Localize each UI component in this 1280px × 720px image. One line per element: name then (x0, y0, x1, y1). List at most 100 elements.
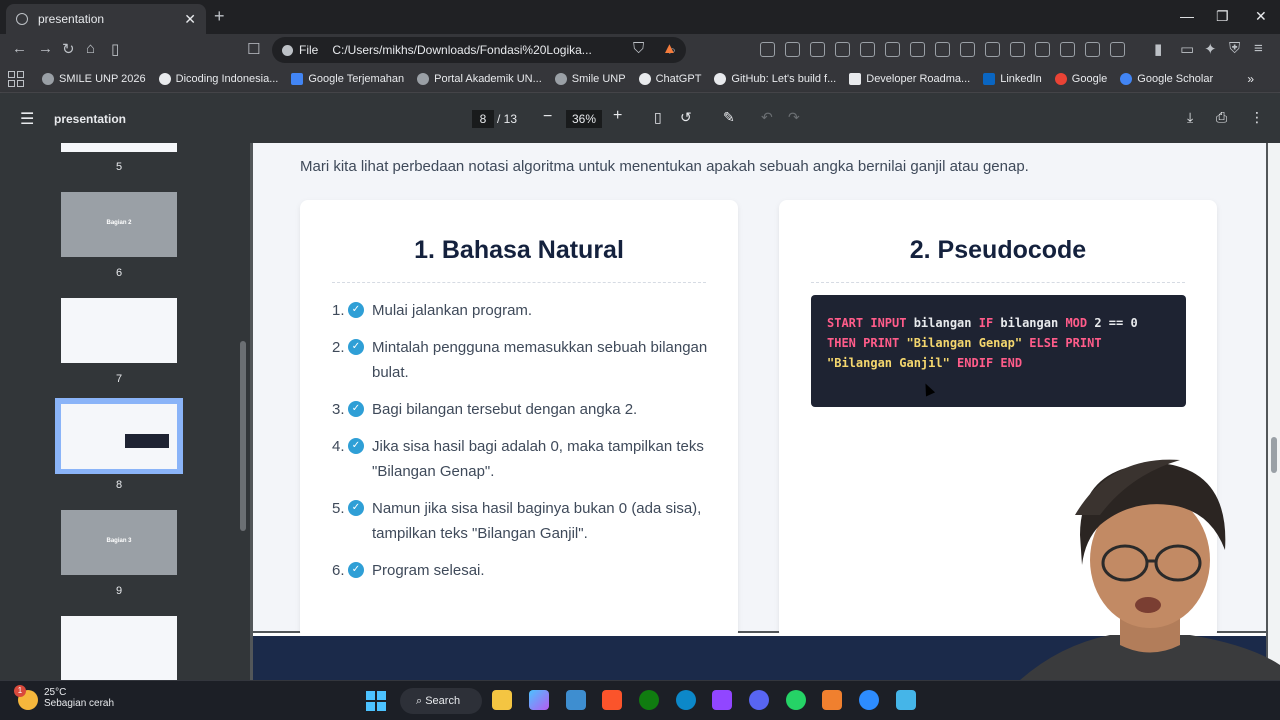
list-item: 2. ✓ Mintalah pengguna memasukkan sebuah b… (332, 335, 722, 385)
bookmark-item[interactable]: ChatGPT (638, 73, 701, 85)
navigation-bar: ← → ↻ ⌂ ▯ ☐ File C:/Users/mikhs/Download… (0, 34, 1280, 66)
zoom-level-input[interactable]: 36% (566, 110, 602, 128)
store-icon[interactable] (566, 690, 586, 710)
more-options-icon[interactable]: ⋮ (1250, 109, 1264, 126)
sidebar-scroll-thumb[interactable] (240, 341, 246, 531)
bookmark-item[interactable]: Google Terjemahan (291, 73, 404, 85)
book-icon[interactable] (885, 42, 900, 57)
zoom-in-button[interactable]: + (613, 107, 622, 125)
step-text: Program selesai. (372, 562, 485, 579)
zoom-icon[interactable] (859, 690, 879, 710)
bookmark-item[interactable]: LinkedIn (983, 73, 1042, 85)
app-icon[interactable] (896, 690, 916, 710)
ai-icon[interactable]: ✦ (1204, 40, 1217, 58)
key-icon[interactable] (835, 42, 850, 57)
page-number-input[interactable]: 8 (472, 110, 494, 128)
page-thumbnail[interactable] (61, 298, 177, 363)
natural-language-card: 1. Bahasa Natural 1. ✓ Mulai jalankan prog… (300, 200, 738, 640)
media-icon[interactable] (1010, 42, 1025, 57)
download-icon[interactable]: ⤓ (1187, 109, 1193, 126)
screenshot-icon[interactable] (785, 42, 800, 57)
wallet-icon[interactable]: ▭ (1180, 40, 1194, 58)
close-tab-icon[interactable]: ✕ (184, 11, 196, 28)
zoom-out-button[interactable]: − (543, 108, 552, 126)
bookmark-item[interactable]: Portal Akademik UN... (417, 73, 542, 85)
download-icon[interactable] (910, 42, 925, 57)
print-icon[interactable]: ⎙ (1216, 109, 1227, 126)
page-thumbnail[interactable]: Bagian 3 (61, 510, 177, 575)
discord-icon[interactable] (749, 690, 769, 710)
thumbnail-number: 5 (115, 161, 123, 173)
fit-page-icon[interactable]: ▯ (654, 109, 662, 126)
rotate-icon[interactable]: ↺ (680, 109, 692, 126)
bookmark-item[interactable]: Dicoding Indonesia... (158, 73, 278, 85)
apps-icon[interactable] (8, 71, 24, 87)
page-thumbnail[interactable] (61, 143, 177, 152)
print-icon[interactable] (960, 42, 975, 57)
bookmark-item[interactable]: GitHub: Let's build f... (714, 73, 836, 85)
start-button[interactable] (366, 691, 386, 711)
copilot-icon[interactable] (529, 690, 549, 710)
menu-icon[interactable]: ☰ (20, 109, 34, 129)
home-icon[interactable]: ⌂ (86, 40, 95, 57)
reader-icon[interactable] (810, 42, 825, 57)
copy-icon[interactable] (1035, 42, 1050, 57)
cast-icon[interactable] (1085, 42, 1100, 57)
save-icon[interactable] (860, 42, 875, 57)
undo-icon[interactable]: ↶ (761, 109, 773, 126)
reload-icon[interactable]: ↻ (62, 40, 75, 58)
xbox-icon[interactable] (639, 690, 659, 710)
brave-icon[interactable] (602, 690, 622, 710)
info-icon[interactable] (282, 44, 293, 56)
sidebar-scrollbar[interactable] (238, 143, 250, 680)
rewards-icon[interactable]: ▲ (662, 40, 677, 57)
more-bookmarks-icon[interactable]: » (1247, 72, 1254, 86)
page-thumbnail[interactable]: Bagian 2 (61, 192, 177, 257)
search-label: Search (425, 695, 461, 707)
media-app-icon[interactable] (712, 690, 732, 710)
sidebar-toggle-icon[interactable]: ▯ (111, 40, 119, 58)
check-icon: ✓ (348, 339, 364, 355)
bookmark-icon[interactable]: ☐ (247, 40, 260, 58)
window-close-icon[interactable]: ✕ (1255, 8, 1267, 25)
browser-tab[interactable]: presentation ✕ (6, 4, 206, 34)
bookmark-item[interactable]: Google (1054, 73, 1107, 85)
code-identifier: bilangan (993, 316, 1066, 330)
vpn-icon[interactable]: ⛨ (1229, 40, 1240, 57)
extension-icons (760, 42, 1125, 57)
redo-icon[interactable]: ↷ (788, 109, 800, 126)
app-icon[interactable] (822, 690, 842, 710)
page-thumbnail[interactable] (61, 616, 177, 680)
thumbnail-sidebar: 5 Bagian 2 6 7 8 Bagian 3 9 (0, 143, 238, 680)
draw-icon[interactable]: ✎ (723, 109, 735, 126)
address-bar[interactable]: File C:/Users/mikhs/Downloads/Fondasi%20… (272, 37, 686, 63)
back-icon[interactable]: ← (12, 40, 27, 57)
new-tab-icon[interactable]: + (214, 6, 225, 27)
code-icon[interactable] (985, 42, 1000, 57)
taskbar-search[interactable]: ⌕ Search (400, 688, 482, 714)
forward-icon[interactable]: → (38, 40, 53, 57)
edge-icon[interactable] (676, 690, 696, 710)
bookmark-item[interactable]: Smile UNP (554, 73, 626, 85)
shield-icon[interactable]: ⛉ (633, 40, 644, 57)
list-item: 4. ✓ Jika sisa hasil bagi adalah 0, maka t… (332, 434, 722, 484)
dashed-divider (811, 282, 1185, 283)
extension-icon[interactable] (760, 42, 775, 57)
maximize-icon[interactable]: ❐ (1216, 8, 1229, 25)
bookmark-item[interactable]: Google Scholar (1120, 73, 1213, 85)
qr-icon[interactable] (1110, 42, 1125, 57)
link-icon[interactable] (1060, 42, 1075, 57)
thumbnail-title: Bagian 3 (106, 538, 132, 544)
globe-icon (16, 13, 28, 25)
bookmark-item[interactable]: SMILE UNP 2026 (42, 73, 146, 85)
minimize-icon[interactable]: — (1180, 8, 1194, 24)
weather-widget[interactable]: 1 25°C Sebagian cerah (14, 685, 114, 710)
file-explorer-icon[interactable] (492, 690, 512, 710)
trash-icon[interactable] (935, 42, 950, 57)
whatsapp-icon[interactable] (786, 690, 806, 710)
steps-list: 1. ✓ Mulai jalankan program. 2. ✓ Mintalah p… (332, 298, 722, 595)
bookmark-item[interactable]: Developer Roadma... (849, 73, 970, 85)
browser-menu-icon[interactable]: ≡ (1254, 40, 1263, 57)
page-thumbnail-selected[interactable] (61, 404, 177, 469)
side-panel-icon[interactable]: ▮ (1154, 40, 1162, 58)
